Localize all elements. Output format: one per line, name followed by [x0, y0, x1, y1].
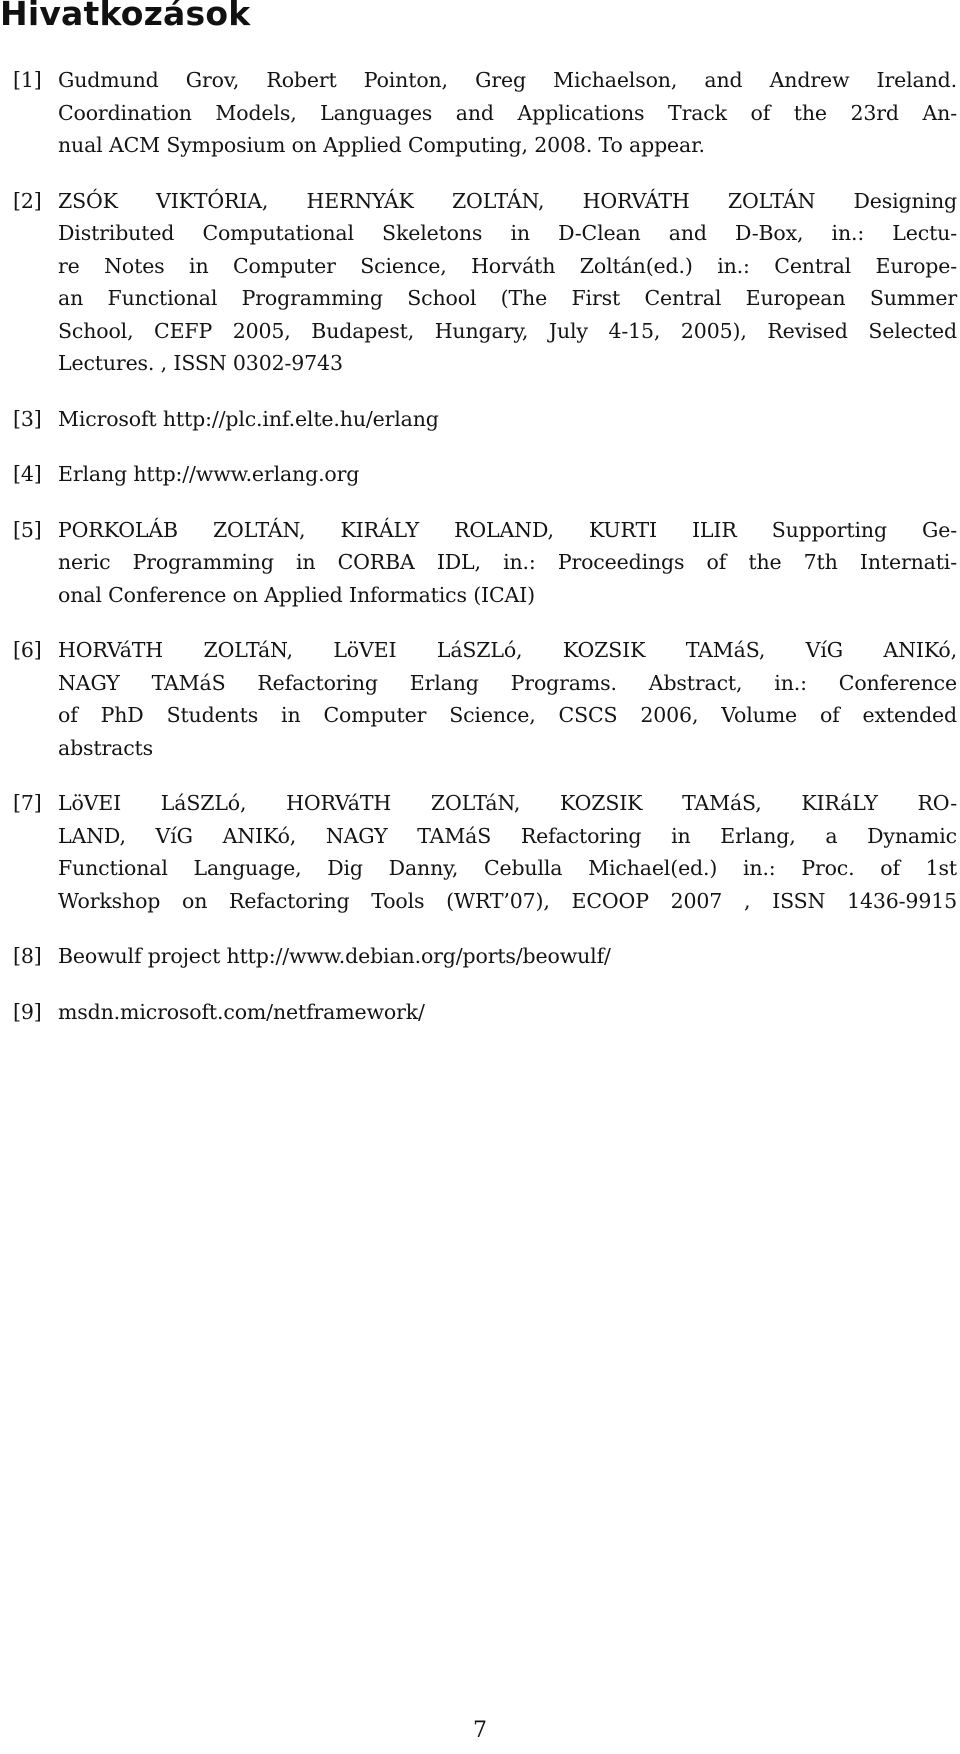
reference-line: an Functional Programming School (The Fi…: [58, 286, 957, 310]
reference-line: abstracts: [58, 735, 154, 760]
reference-label: [8]: [13, 944, 42, 968]
reference-line: Functional Language, Dig Danny, Cebulla …: [58, 856, 957, 880]
reference-line: msdn.microsoft.com/netframework/: [58, 999, 425, 1024]
reference-list: [1] Gudmund Grov, Robert Pointon, Greg M…: [0, 64, 960, 1051]
reference-line: LAND, VíG ANIKó, NAGY TAMáS Refactoring …: [58, 823, 957, 848]
reference-item: [5] PORKOLÁB ZOLTÁN, KIRÁLY ROLAND, KURT…: [0, 514, 960, 612]
reference-item: [7] LöVEI LáSZLó, HORVáTH ZOLTáN, KOZSIK…: [0, 787, 960, 917]
reference-line: onal Conference on Applied Informatics (…: [58, 582, 535, 607]
reference-line: Workshop on Refactoring Tools (WRT’07), …: [58, 888, 957, 913]
page-number: 7: [473, 1718, 487, 1743]
reference-text: Erlang http://www.erlang.org: [58, 458, 957, 491]
reference-line: School, CEFP 2005, Budapest, Hungary, Ju…: [58, 318, 957, 343]
reference-text: HORVáTH ZOLTáN, LöVEI LáSZLó, KOZSIK TAM…: [58, 634, 957, 764]
reference-line: ZSÓK VIKTÓRIA, HERNYÁK ZOLTÁN, HORVÁTH Z…: [58, 188, 957, 213]
reference-item: [9] msdn.microsoft.com/netframework/: [0, 996, 960, 1029]
reference-label: [7]: [13, 791, 42, 815]
reference-line: neric Programming in CORBA IDL, in.: Pro…: [58, 550, 957, 574]
reference-line: HORVáTH ZOLTáN, LöVEI LáSZLó, KOZSIK TAM…: [58, 638, 957, 662]
reference-text: PORKOLÁB ZOLTÁN, KIRÁLY ROLAND, KURTI IL…: [58, 514, 957, 612]
reference-line: PORKOLÁB ZOLTÁN, KIRÁLY ROLAND, KURTI IL…: [58, 517, 957, 542]
reference-text: LöVEI LáSZLó, HORVáTH ZOLTáN, KOZSIK TAM…: [58, 787, 957, 917]
reference-label: [2]: [13, 188, 42, 213]
reference-text: Microsoft http://plc.inf.elte.hu/erlang: [58, 403, 957, 436]
reference-line: Erlang http://www.erlang.org: [58, 462, 360, 486]
reference-line: Coordination Models, Languages and Appli…: [58, 100, 957, 125]
reference-line: Gudmund Grov, Robert Pointon, Greg Micha…: [58, 68, 957, 92]
reference-item: [4] Erlang http://www.erlang.org: [0, 458, 960, 491]
reference-line: Lectures. , ISSN 0302-9743: [58, 351, 343, 375]
reference-item: [3] Microsoft http://plc.inf.elte.hu/erl…: [0, 403, 960, 436]
reference-line: LöVEI LáSZLó, HORVáTH ZOLTáN, KOZSIK TAM…: [58, 791, 957, 815]
reference-label: [6]: [13, 638, 42, 662]
reference-line: Distributed Computational Skeletons in D…: [58, 221, 957, 245]
reference-line: nual ACM Symposium on Applied Computing,…: [58, 133, 705, 157]
reference-label: [5]: [13, 517, 42, 542]
reference-label: [3]: [13, 406, 42, 431]
reference-item: [8] Beowulf project http://www.debian.or…: [0, 940, 960, 973]
reference-item: [6] HORVáTH ZOLTáN, LöVEI LáSZLó, KOZSIK…: [0, 634, 960, 764]
reference-item: [1] Gudmund Grov, Robert Pointon, Greg M…: [0, 64, 960, 162]
reference-text: Gudmund Grov, Robert Pointon, Greg Micha…: [58, 64, 957, 162]
reference-label: [9]: [13, 999, 42, 1024]
reference-line: of PhD Students in Computer Science, CSC…: [58, 703, 957, 727]
reference-line: re Notes in Computer Science, Horváth Zo…: [58, 253, 957, 278]
reference-item: [2] ZSÓK VIKTÓRIA, HERNYÁK ZOLTÁN, HORVÁ…: [0, 185, 960, 380]
section-heading: Hivatkozások: [0, 0, 251, 33]
reference-label: [1]: [13, 68, 42, 92]
reference-line: NAGY TAMáS Refactoring Erlang Programs. …: [58, 670, 957, 695]
reference-text: msdn.microsoft.com/netframework/: [58, 996, 957, 1029]
reference-text: Beowulf project http://www.debian.org/po…: [58, 940, 957, 973]
reference-text: ZSÓK VIKTÓRIA, HERNYÁK ZOLTÁN, HORVÁTH Z…: [58, 185, 957, 380]
reference-label: [4]: [13, 462, 42, 486]
reference-line: Beowulf project http://www.debian.org/po…: [58, 944, 611, 968]
reference-line: Microsoft http://plc.inf.elte.hu/erlang: [58, 406, 439, 431]
